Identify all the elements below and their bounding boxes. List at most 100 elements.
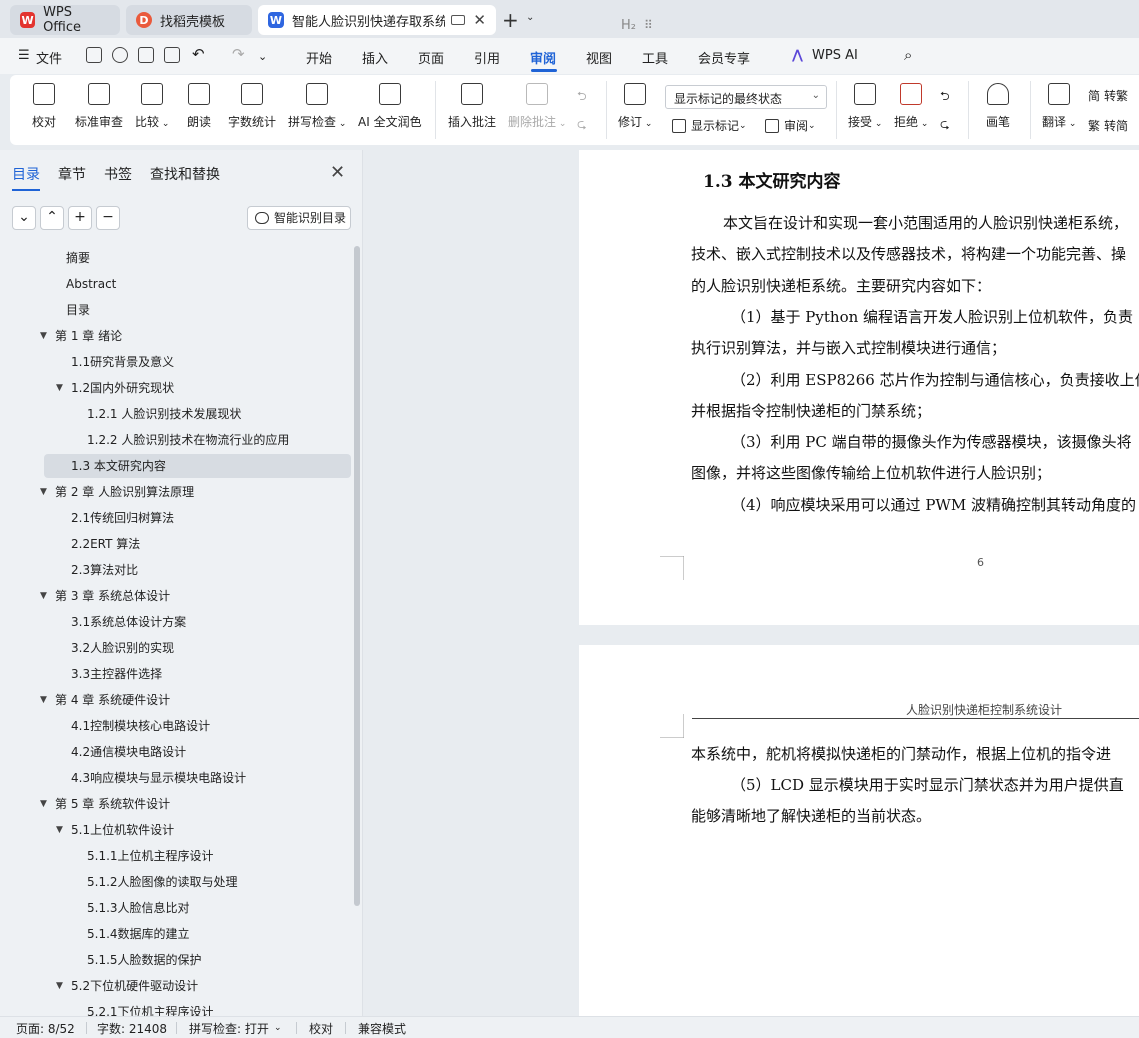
toc-item[interactable]: 1.2.2 人脸识别技术在物流行业的应用 (0, 428, 340, 452)
toc-item[interactable]: 4.1控制模块核心电路设计 (0, 714, 340, 738)
word-count-button[interactable]: 字数统计 (228, 83, 276, 130)
toc-item[interactable]: 4.3响应模块与显示模块电路设计 (0, 766, 340, 790)
tab-sections[interactable]: 章节 (58, 164, 86, 184)
toc-scrollbar[interactable] (354, 246, 360, 906)
toc-item[interactable]: 1.3 本文研究内容 (0, 454, 340, 478)
toc-item[interactable]: ▼ 第 4 章 系统硬件设计 (0, 688, 340, 712)
toc-item[interactable]: 2.1传统回归树算法 (0, 506, 340, 530)
spell-check-button[interactable]: 拼写检查 ⌄ (288, 83, 346, 130)
toc-expand-arrow-icon[interactable]: ▼ (40, 584, 47, 608)
toc-item[interactable]: 5.1.3人脸信息比对 (0, 896, 340, 920)
menu-file[interactable]: 文件 (36, 48, 62, 67)
heading-level-marker[interactable]: H₂ (621, 18, 636, 33)
redo-icon[interactable]: ↷ (232, 45, 245, 63)
previous-comment-icon[interactable]: ⮌ (577, 87, 587, 108)
new-tab-icon[interactable]: + (502, 8, 519, 32)
drag-handle-icon[interactable]: ⠿ (644, 18, 653, 32)
smart-toc-button[interactable]: 智能识别目录 (247, 206, 351, 230)
toc-item[interactable]: 5.1.5人脸数据的保护 (0, 948, 340, 972)
menu-insert[interactable]: 插入 (362, 48, 388, 67)
menu-references[interactable]: 引用 (474, 48, 500, 67)
ai-polish-button[interactable]: AI 全文润色 (358, 83, 422, 130)
toc-expand-arrow-icon[interactable]: ▼ (56, 974, 63, 998)
toc-item[interactable]: 5.1.4数据库的建立 (0, 922, 340, 946)
proofread-button[interactable]: 校对 (32, 83, 56, 130)
toc-item[interactable]: 2.3算法对比 (0, 558, 340, 582)
proof-indicator[interactable]: 校对 (309, 1020, 333, 1037)
to-simplified-button[interactable]: 繁 转简 (1088, 117, 1128, 134)
page-indicator[interactable]: 页面: 8/52 (16, 1020, 75, 1037)
toc-expand-arrow-icon[interactable]: ▼ (40, 324, 47, 348)
previous-change-icon[interactable]: ⮌ (940, 87, 950, 108)
toc-item[interactable]: 1.2.1 人脸识别技术发展现状 (0, 402, 340, 426)
toc-item[interactable]: 摘要 (0, 246, 340, 270)
tab-find-replace[interactable]: 查找和替换 (150, 164, 220, 184)
compare-button[interactable]: 比较 ⌄ (135, 83, 169, 130)
tab-bookmarks[interactable]: 书签 (104, 164, 132, 184)
toc-expand-arrow-icon[interactable]: ▼ (40, 792, 47, 816)
toc-expand-arrow-icon[interactable]: ▼ (40, 688, 47, 712)
pen-button[interactable]: 画笔 (986, 83, 1010, 130)
print-icon[interactable] (138, 47, 154, 63)
hamburger-icon[interactable]: ☰ (18, 48, 30, 63)
toc-item[interactable]: 目录 (0, 298, 340, 322)
toc-item[interactable]: 1.1研究背景及意义 (0, 350, 340, 374)
toc-item[interactable]: 3.2人脸识别的实现 (0, 636, 340, 660)
tab-list-chevron-icon[interactable]: ⌄ (526, 12, 534, 23)
chevron-down-icon[interactable]: ⌄ (274, 1023, 282, 1033)
collapse-up-icon[interactable]: ⌃ (40, 206, 64, 230)
toc-item[interactable]: ▼ 第 2 章 人脸识别算法原理 (0, 480, 340, 504)
next-comment-icon[interactable]: ⮎ (577, 115, 587, 136)
toc-item[interactable]: 5.1.2人脸图像的读取与处理 (0, 870, 340, 894)
toc-expand-arrow-icon[interactable]: ▼ (56, 376, 63, 400)
monitor-icon[interactable] (451, 15, 466, 25)
toc-item[interactable]: 3.1系统总体设计方案 (0, 610, 340, 634)
read-aloud-button[interactable]: 朗读 (187, 83, 211, 130)
quick-access-chevron-icon[interactable]: ⌄ (258, 50, 267, 63)
menu-wps-ai[interactable]: WPS AI (812, 48, 858, 63)
menu-member[interactable]: 会员专享 (698, 48, 750, 67)
toc-item[interactable]: ▼ 5.1上位机软件设计 (0, 818, 340, 842)
toc-item[interactable]: ▼ 1.2国内外研究现状 (0, 376, 340, 400)
reject-button[interactable]: 拒绝 ⌄ (894, 83, 928, 130)
menu-view[interactable]: 视图 (586, 48, 612, 67)
add-heading-icon[interactable]: + (68, 206, 92, 230)
toc-item[interactable]: 4.2通信模块电路设计 (0, 740, 340, 764)
toc-item[interactable]: 3.3主控器件选择 (0, 662, 340, 686)
insert-comment-button[interactable]: 插入批注 (448, 83, 496, 130)
menu-home[interactable]: 开始 (306, 48, 332, 67)
spell-check-indicator[interactable]: 拼写检查: 打开 (189, 1020, 269, 1037)
to-traditional-button[interactable]: 简 转繁 (1088, 87, 1128, 104)
menu-tools[interactable]: 工具 (642, 48, 668, 67)
standard-review-button[interactable]: 标准审查 (75, 83, 123, 130)
track-changes-button[interactable]: 修订 ⌄ (618, 83, 652, 130)
toc-item[interactable]: Abstract (0, 272, 340, 296)
toc-item[interactable]: ▼ 第 3 章 系统总体设计 (0, 584, 340, 608)
remove-heading-icon[interactable]: − (96, 206, 120, 230)
close-tab-icon[interactable]: ✕ (473, 11, 486, 29)
tab-wps-office[interactable]: W WPS Office (10, 5, 120, 35)
share-icon[interactable] (112, 47, 128, 63)
toc-item[interactable]: 2.2ERT 算法 (0, 532, 340, 556)
tab-templates[interactable]: D 找稻壳模板 (126, 5, 252, 35)
toc-item[interactable]: 5.1.1上位机主程序设计 (0, 844, 340, 868)
expand-down-icon[interactable]: ⌄ (12, 206, 36, 230)
next-change-icon[interactable]: ⮎ (940, 115, 950, 136)
show-markup-button[interactable]: 显示标记 ⌄ (672, 117, 747, 134)
search-icon[interactable]: ⌕ (904, 46, 912, 64)
review-pane-button[interactable]: 审阅 ⌄ (765, 117, 816, 134)
accept-button[interactable]: 接受 ⌄ (848, 83, 882, 130)
toc-item[interactable]: ▼ 第 5 章 系统软件设计 (0, 792, 340, 816)
menu-review[interactable]: 审阅 (530, 48, 556, 67)
toc-expand-arrow-icon[interactable]: ▼ (40, 480, 47, 504)
delete-comment-button[interactable]: 删除批注 ⌄ (508, 83, 566, 130)
tab-toc[interactable]: 目录 (12, 164, 40, 191)
save-icon[interactable] (86, 47, 102, 63)
undo-icon[interactable]: ↶ (192, 45, 205, 63)
print-preview-icon[interactable] (164, 47, 180, 63)
word-count-indicator[interactable]: 字数: 21408 (97, 1020, 167, 1037)
markup-state-select[interactable]: 显示标记的最终状态 ⌄ (665, 85, 827, 109)
close-pane-icon[interactable]: ✕ (330, 162, 345, 183)
menu-page[interactable]: 页面 (418, 48, 444, 67)
translate-button[interactable]: 翻译 ⌄ (1042, 83, 1076, 130)
